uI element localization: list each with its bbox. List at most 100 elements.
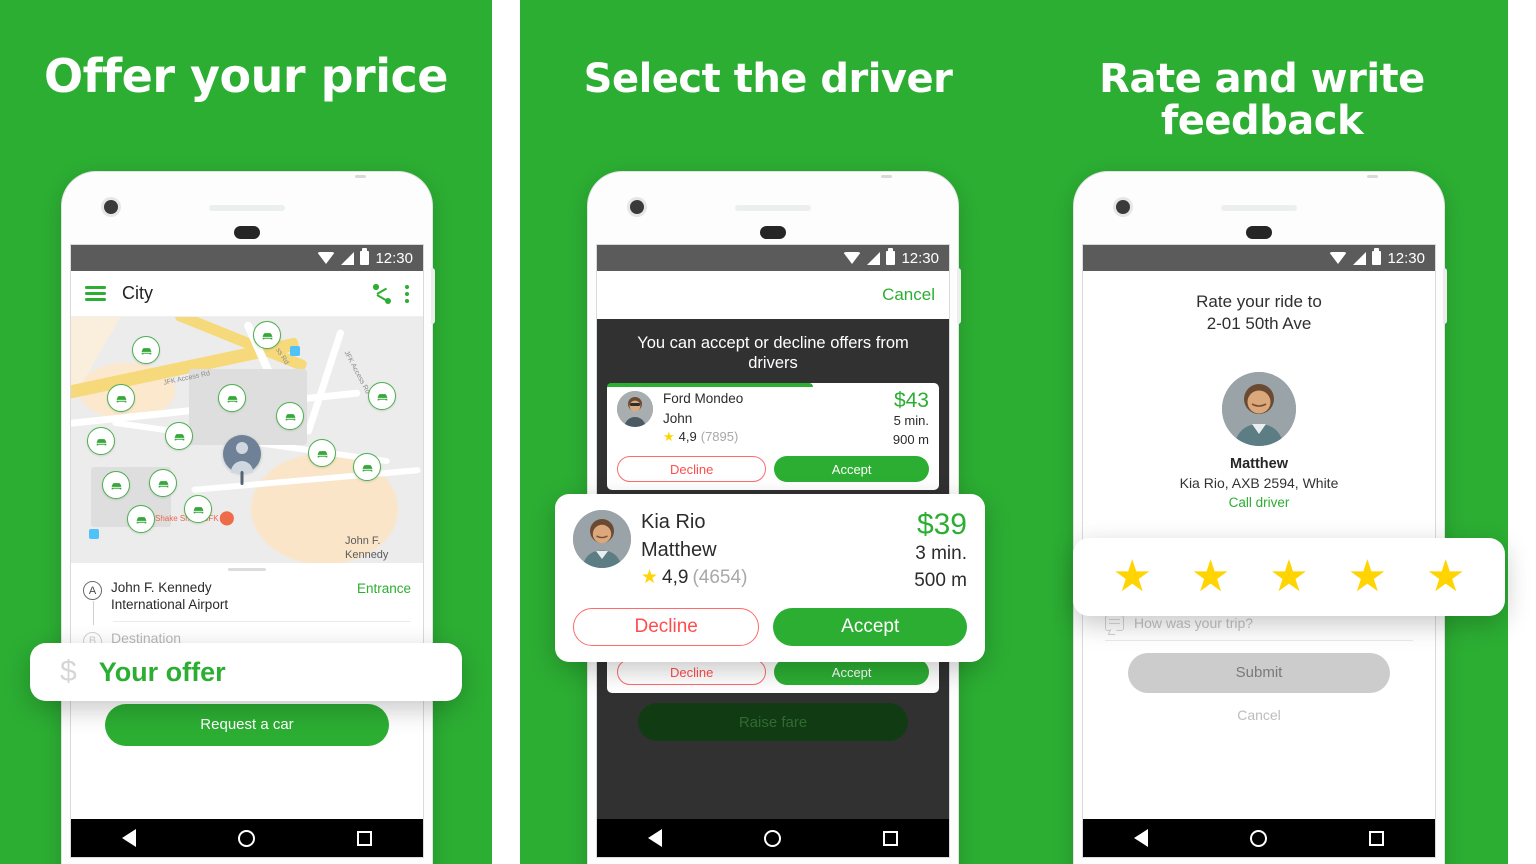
decline-button[interactable]: Decline bbox=[617, 659, 767, 686]
car-marker[interactable] bbox=[353, 453, 381, 481]
car-marker[interactable] bbox=[107, 384, 135, 412]
car-marker[interactable] bbox=[184, 495, 212, 523]
offer-rating-count: (4654) bbox=[692, 567, 748, 588]
recent-square-icon[interactable] bbox=[1369, 830, 1384, 846]
car-marker[interactable] bbox=[87, 427, 115, 455]
map-road bbox=[304, 328, 345, 436]
offers-header: Cancel bbox=[597, 271, 949, 319]
raise-fare-button[interactable]: Raise fare bbox=[638, 703, 908, 742]
share-icon[interactable] bbox=[373, 283, 393, 304]
car-marker[interactable] bbox=[165, 422, 193, 450]
top-notch bbox=[881, 175, 892, 178]
app-toolbar: City bbox=[71, 271, 423, 317]
cancel-link[interactable]: Cancel bbox=[882, 285, 935, 305]
status-bar-2: 12:30 bbox=[597, 245, 949, 271]
offer-car: Ford Mondeo bbox=[663, 391, 744, 407]
wifi-icon bbox=[1329, 252, 1348, 264]
home-circle-icon[interactable] bbox=[238, 829, 255, 847]
panel-rate-and-write-feedback: Rate and write feedback 12:30 Rate your … bbox=[1016, 0, 1508, 864]
call-driver-link[interactable]: Call driver bbox=[1083, 495, 1435, 510]
sensor-dot bbox=[234, 226, 260, 239]
toolbar-title: City bbox=[122, 283, 153, 303]
map-label: John F. bbox=[345, 535, 381, 547]
car-marker[interactable] bbox=[368, 382, 396, 410]
pickup-entrance-link[interactable]: Entrance bbox=[357, 581, 411, 596]
driver-car-details: Kia Rio, AXB 2594, White bbox=[1179, 474, 1339, 491]
star-icon[interactable]: ★ bbox=[1426, 555, 1465, 599]
submit-button[interactable]: Submit bbox=[1128, 652, 1390, 693]
wifi-icon bbox=[843, 252, 862, 264]
panel-gap-1 bbox=[492, 0, 520, 864]
phone-1-screen: 12:30 City JFK Access Rd JFK Access Rd s… bbox=[70, 244, 424, 858]
front-camera-icon bbox=[104, 200, 118, 214]
signal-icon bbox=[1353, 251, 1367, 265]
star-icon[interactable]: ★ bbox=[1191, 555, 1230, 599]
home-circle-icon[interactable] bbox=[1250, 829, 1267, 847]
offer-car: Kia Rio bbox=[641, 511, 706, 533]
offer-rating: ★ 4,9 (4654) bbox=[641, 564, 904, 592]
signal-icon bbox=[341, 251, 355, 265]
rating-stars-card[interactable]: ★ ★ ★ ★ ★ bbox=[1073, 538, 1505, 616]
hamburger-icon[interactable] bbox=[85, 282, 106, 304]
transit-icon bbox=[89, 529, 99, 539]
earpiece-speaker bbox=[1221, 205, 1297, 211]
android-nav-bar-2 bbox=[597, 819, 949, 857]
offer-timer-bar bbox=[607, 383, 813, 388]
battery-icon bbox=[1372, 248, 1382, 265]
offer-driver: John bbox=[663, 410, 693, 426]
car-marker[interactable] bbox=[132, 336, 160, 364]
decline-button[interactable]: Decline bbox=[617, 456, 767, 483]
back-triangle-icon[interactable] bbox=[648, 829, 662, 847]
back-triangle-icon[interactable] bbox=[1134, 829, 1148, 847]
dollar-icon: $ bbox=[60, 655, 77, 688]
back-triangle-icon[interactable] bbox=[122, 829, 136, 847]
car-marker[interactable] bbox=[276, 402, 304, 430]
offer-price: $43 bbox=[893, 389, 929, 413]
phone-top-bezel bbox=[62, 172, 432, 244]
transit-icon bbox=[290, 346, 300, 356]
car-marker[interactable] bbox=[253, 321, 281, 349]
car-marker[interactable] bbox=[102, 471, 130, 499]
feedback-placeholder: How was your trip? bbox=[1134, 614, 1254, 631]
star-icon[interactable]: ★ bbox=[1269, 555, 1308, 599]
star-icon: ★ bbox=[663, 429, 675, 445]
panel-offer-your-price: Offer your price 12:30 City JFK Access R… bbox=[0, 0, 492, 864]
offer-distance: 500 m bbox=[914, 569, 967, 591]
car-marker[interactable] bbox=[127, 505, 155, 533]
recent-square-icon[interactable] bbox=[883, 830, 898, 846]
car-marker[interactable] bbox=[308, 439, 336, 467]
car-marker[interactable] bbox=[149, 469, 177, 497]
highlighted-offer-card-kia-rio[interactable]: Kia Rio Matthew ★ 4,9 (4654) $39 3 min. … bbox=[555, 494, 985, 663]
battery-icon bbox=[886, 248, 896, 265]
sensor-dot bbox=[760, 226, 786, 239]
accept-button[interactable]: Accept bbox=[774, 659, 929, 686]
panel-select-the-driver: Select the driver 12:30 Cancel You can a… bbox=[520, 0, 1016, 864]
offer-rating-value: 4,9 bbox=[678, 429, 697, 445]
signal-icon bbox=[867, 251, 881, 265]
pickup-address: John F. Kennedy International Airport bbox=[111, 580, 229, 613]
accept-button[interactable]: Accept bbox=[773, 608, 967, 647]
cancel-link[interactable]: Cancel bbox=[1083, 707, 1435, 723]
avatar bbox=[617, 391, 653, 428]
android-nav-bar-1 bbox=[71, 819, 423, 857]
offer-row-ford-mondeo[interactable]: Ford Mondeo John ★ 4,9 (7895) $43 5 min.… bbox=[607, 383, 939, 491]
accept-button[interactable]: Accept bbox=[774, 456, 929, 483]
offer-rating-count: (7895) bbox=[700, 429, 739, 445]
star-icon[interactable]: ★ bbox=[1112, 555, 1151, 599]
car-marker[interactable] bbox=[218, 384, 246, 412]
request-a-car-button[interactable]: Request a car bbox=[105, 703, 389, 746]
android-nav-bar-3 bbox=[1083, 819, 1435, 857]
phone-mockup-3: 12:30 Rate your ride to 2-01 50th Ave Ma… bbox=[1074, 172, 1447, 864]
pickup-row[interactable]: A John F. Kennedy International Airport … bbox=[71, 571, 423, 625]
star-icon[interactable]: ★ bbox=[1348, 555, 1387, 599]
recent-square-icon[interactable] bbox=[357, 830, 372, 846]
home-circle-icon[interactable] bbox=[764, 829, 781, 847]
offer-eta: 5 min. bbox=[893, 413, 929, 429]
kebab-menu-icon[interactable] bbox=[405, 282, 409, 306]
decline-button[interactable]: Decline bbox=[573, 608, 760, 647]
offer-price: $39 bbox=[916, 508, 967, 541]
phone-top-bezel bbox=[588, 172, 958, 244]
map-label: JFK Access Rd bbox=[342, 349, 371, 396]
map-view[interactable]: JFK Access Rd JFK Access Rd ss Rd Shake … bbox=[71, 317, 423, 563]
your-offer-input-card[interactable]: $ Your offer bbox=[30, 643, 462, 701]
